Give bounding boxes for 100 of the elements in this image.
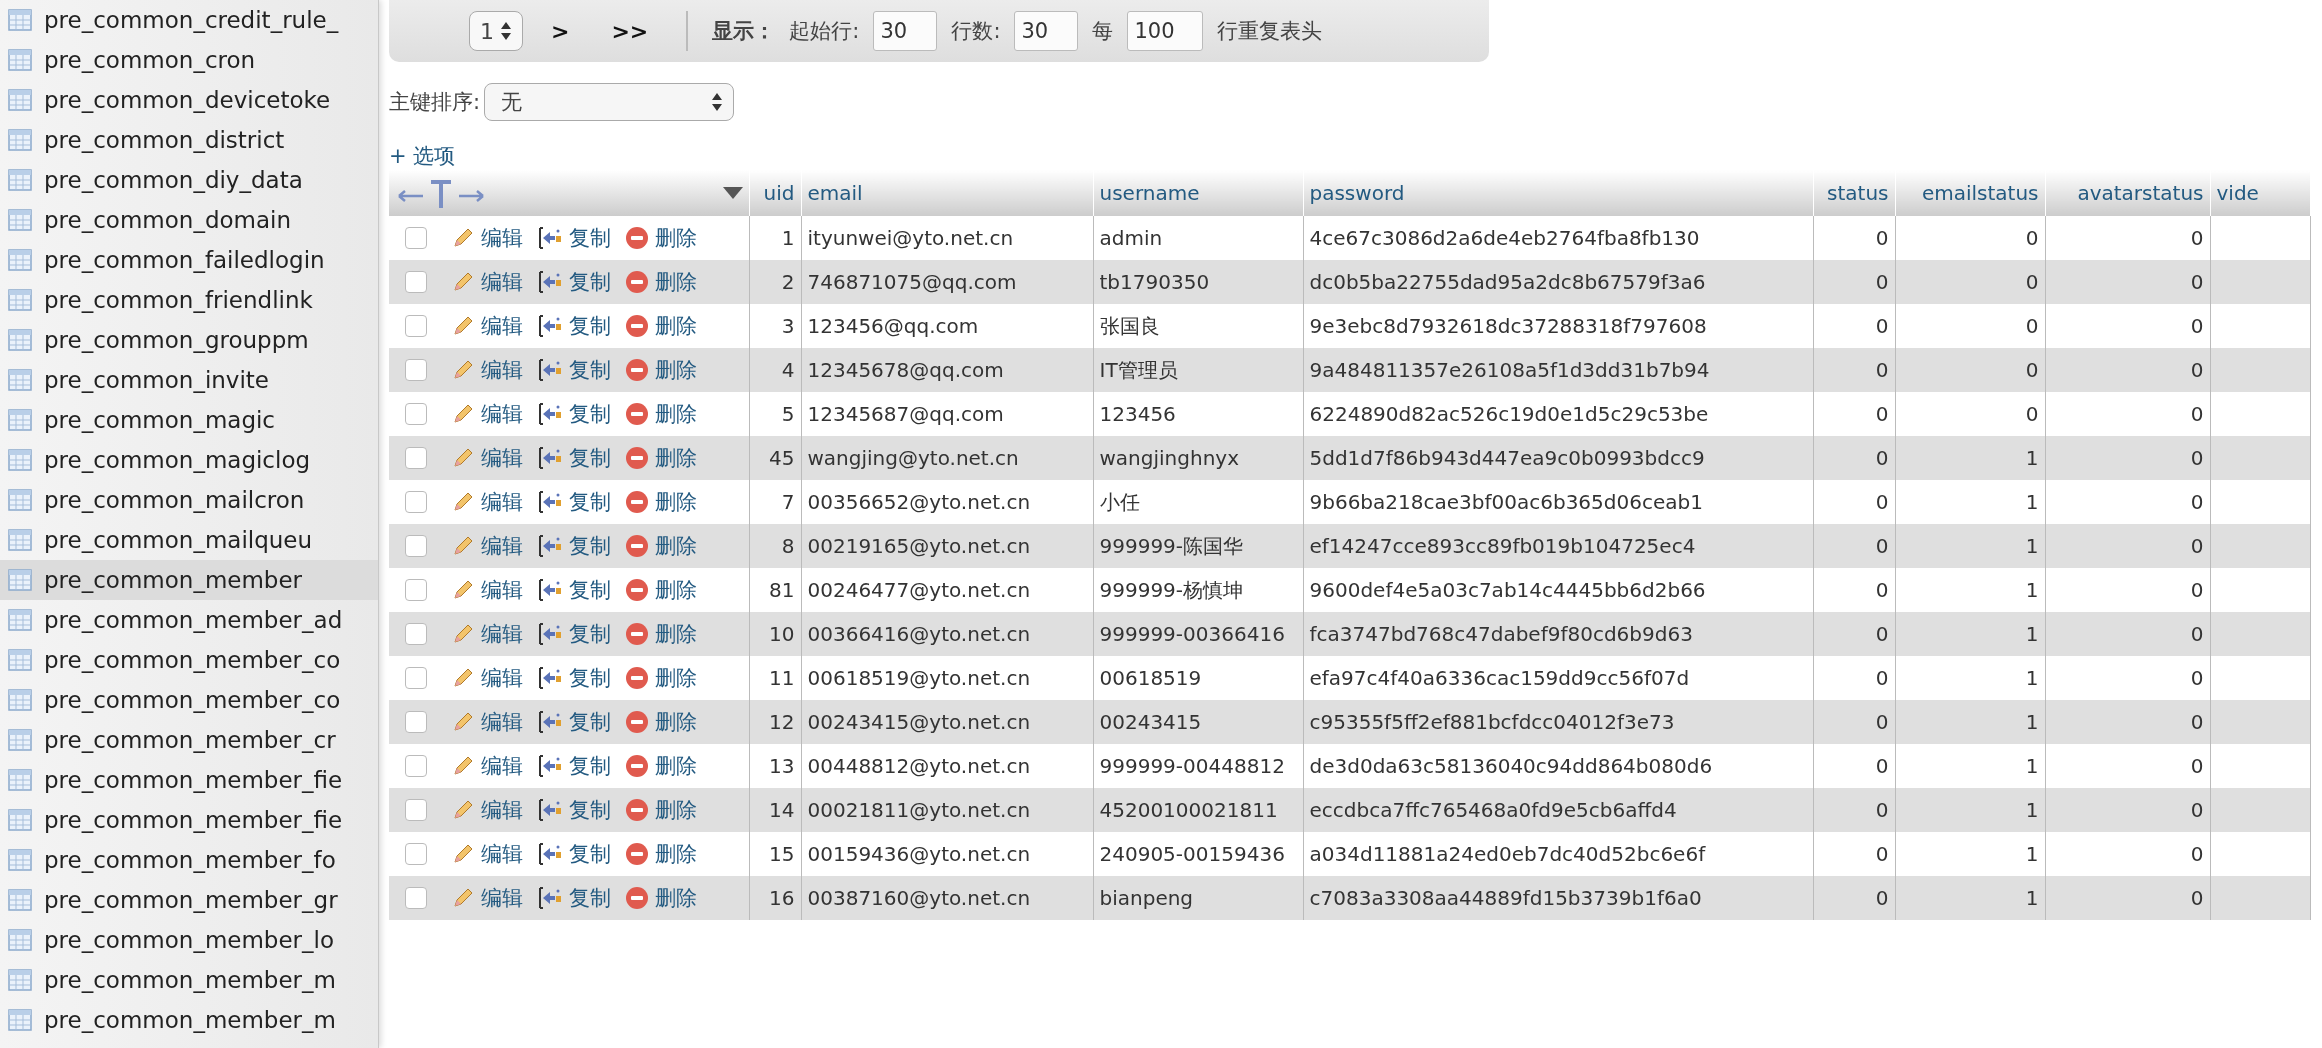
edit-link[interactable]: 编辑 (451, 400, 523, 428)
edit-link[interactable]: 编辑 (451, 840, 523, 868)
table-list-item[interactable]: pre_common_member_co (0, 640, 378, 680)
table-list-item[interactable]: pre_common_magiclog (0, 440, 378, 480)
edit-link[interactable]: 编辑 (451, 356, 523, 384)
column-header[interactable]: password (1303, 170, 1813, 216)
row-checkbox[interactable] (405, 535, 427, 557)
edit-link[interactable]: 编辑 (451, 268, 523, 296)
edit-link[interactable]: 编辑 (451, 708, 523, 736)
row-checkbox[interactable] (405, 403, 427, 425)
table-list-item[interactable]: pre_common_member_fie (0, 760, 378, 800)
row-checkbox[interactable] (405, 271, 427, 293)
table-list-item[interactable]: pre_common_district (0, 120, 378, 160)
row-checkbox[interactable] (405, 359, 427, 381)
copy-link[interactable]: 复制 (537, 576, 611, 604)
column-header[interactable]: status (1813, 170, 1895, 216)
edit-link[interactable]: 编辑 (451, 884, 523, 912)
table-list-item[interactable]: pre_common_member_cr (0, 720, 378, 760)
copy-link[interactable]: 复制 (537, 356, 611, 384)
table-list-item[interactable]: pre_common_member_fie (0, 800, 378, 840)
table-list-item[interactable]: pre_common_member_co (0, 680, 378, 720)
dropdown-triangle-icon[interactable] (722, 187, 743, 199)
row-checkbox[interactable] (405, 799, 427, 821)
delete-link[interactable]: 删除 (625, 664, 697, 692)
repeat-header-field[interactable]: 100 (1127, 11, 1204, 51)
column-header[interactable]: username (1093, 170, 1303, 216)
table-list-item[interactable]: pre_common_mailqueu (0, 520, 378, 560)
table-list-item[interactable]: pre_common_member_fo (0, 840, 378, 880)
row-count-field[interactable]: 30 (1014, 11, 1079, 51)
column-header[interactable]: vide (2210, 170, 2310, 216)
delete-link[interactable]: 删除 (625, 576, 697, 604)
table-list-item[interactable]: pre_common_mailcron (0, 480, 378, 520)
table-list-item[interactable]: pre_common_domain (0, 200, 378, 240)
edit-link[interactable]: 编辑 (451, 488, 523, 516)
table-list-item[interactable]: pre_common_grouppm (0, 320, 378, 360)
page-select[interactable]: 1 (469, 11, 523, 51)
table-list-item[interactable]: pre_common_failedlogin (0, 240, 378, 280)
row-checkbox[interactable] (405, 667, 427, 689)
copy-link[interactable]: 复制 (537, 532, 611, 560)
row-checkbox[interactable] (405, 843, 427, 865)
row-checkbox[interactable] (405, 227, 427, 249)
copy-link[interactable]: 复制 (537, 708, 611, 736)
edit-link[interactable]: 编辑 (451, 312, 523, 340)
table-list-item[interactable]: pre_common_member_m (0, 960, 378, 1000)
copy-link[interactable]: 复制 (537, 796, 611, 824)
options-link[interactable]: + 选项 (389, 142, 456, 170)
copy-link[interactable]: 复制 (537, 488, 611, 516)
table-list-item[interactable]: pre_common_member_m (0, 1000, 378, 1040)
edit-link[interactable]: 编辑 (451, 444, 523, 472)
edit-link[interactable]: 编辑 (451, 752, 523, 780)
table-list-item[interactable]: pre_common_member_ad (0, 600, 378, 640)
delete-link[interactable]: 删除 (625, 268, 697, 296)
table-list-item[interactable]: pre_common_member_gr (0, 880, 378, 920)
copy-link[interactable]: 复制 (537, 752, 611, 780)
edit-link[interactable]: 编辑 (451, 224, 523, 252)
row-checkbox[interactable] (405, 491, 427, 513)
delete-link[interactable]: 删除 (625, 312, 697, 340)
table-list-item[interactable]: pre_common_diy_data (0, 160, 378, 200)
copy-link[interactable]: 复制 (537, 840, 611, 868)
column-header[interactable]: uid (749, 170, 801, 216)
delete-link[interactable]: 删除 (625, 752, 697, 780)
delete-link[interactable]: 删除 (625, 620, 697, 648)
row-checkbox[interactable] (405, 755, 427, 777)
copy-link[interactable]: 复制 (537, 268, 611, 296)
copy-link[interactable]: 复制 (537, 400, 611, 428)
delete-link[interactable]: 删除 (625, 400, 697, 428)
table-list-item[interactable]: pre_common_credit_rule_ (0, 0, 378, 40)
table-list-item[interactable]: pre_common_friendlink (0, 280, 378, 320)
copy-link[interactable]: 复制 (537, 664, 611, 692)
edit-link[interactable]: 编辑 (451, 532, 523, 560)
delete-link[interactable]: 删除 (625, 224, 697, 252)
column-header[interactable]: avatarstatus (2045, 170, 2210, 216)
next-page-button[interactable]: > (537, 18, 584, 44)
delete-link[interactable]: 删除 (625, 796, 697, 824)
delete-link[interactable]: 删除 (625, 708, 697, 736)
table-list-item[interactable]: pre_common_invite (0, 360, 378, 400)
delete-link[interactable]: 删除 (625, 532, 697, 560)
table-list-item[interactable]: pre_common_magic (0, 400, 378, 440)
column-header[interactable]: emailstatus (1895, 170, 2045, 216)
table-list-item[interactable]: pre_common_member (0, 560, 378, 600)
row-checkbox[interactable] (405, 579, 427, 601)
row-checkbox[interactable] (405, 623, 427, 645)
edit-link[interactable]: 编辑 (451, 576, 523, 604)
delete-link[interactable]: 删除 (625, 444, 697, 472)
delete-link[interactable]: 删除 (625, 356, 697, 384)
table-list-item[interactable]: pre_common_devicetoke (0, 80, 378, 120)
copy-link[interactable]: 复制 (537, 884, 611, 912)
copy-link[interactable]: 复制 (537, 444, 611, 472)
delete-link[interactable]: 删除 (625, 884, 697, 912)
delete-link[interactable]: 删除 (625, 840, 697, 868)
row-checkbox[interactable] (405, 711, 427, 733)
copy-link[interactable]: 复制 (537, 312, 611, 340)
edit-link[interactable]: 编辑 (451, 620, 523, 648)
table-list-item[interactable]: pre_common_cron (0, 40, 378, 80)
edit-link[interactable]: 编辑 (451, 664, 523, 692)
last-page-button[interactable]: >> (597, 18, 663, 44)
row-checkbox[interactable] (405, 315, 427, 337)
table-list-item[interactable]: pre_common_member_lo (0, 920, 378, 960)
delete-link[interactable]: 删除 (625, 488, 697, 516)
copy-link[interactable]: 复制 (537, 620, 611, 648)
